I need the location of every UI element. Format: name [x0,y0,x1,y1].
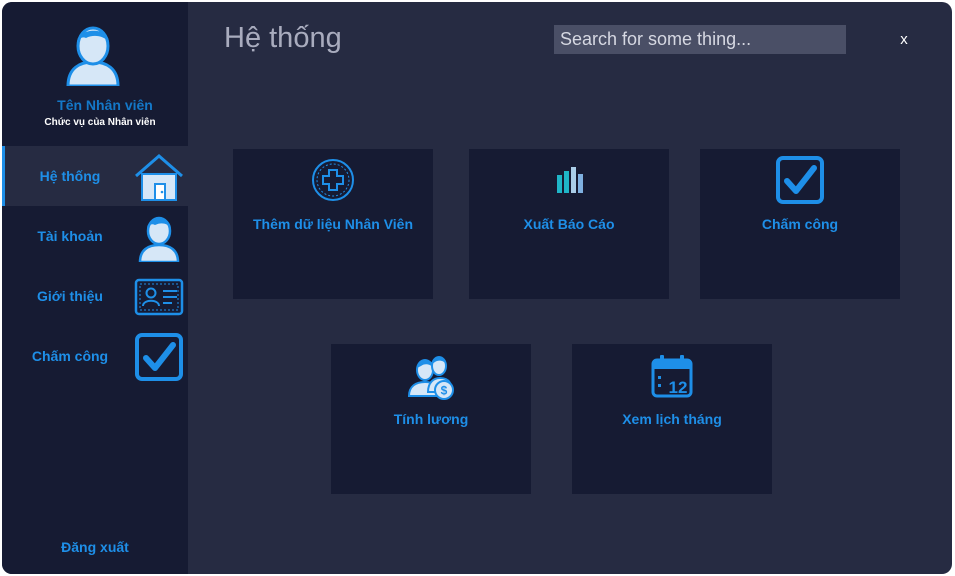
tile-add-employee[interactable]: Thêm dữ liệu Nhân Viên [233,149,433,299]
user-icon [138,216,180,262]
tile-monthly-calendar[interactable]: 12 Xem lịch tháng [572,344,772,494]
page-title: Hệ thống [224,22,342,54]
app-window: Tên Nhân viên Chức vụ của Nhân viên Hệ t… [2,2,952,574]
sidebar-item-system[interactable]: Hệ thống [2,146,188,206]
sidebar-item-about[interactable]: Giới thiệu [2,266,188,326]
avatar [66,26,120,86]
search-input[interactable] [554,25,846,54]
sidebar-item-label: Chấm công [31,348,109,364]
id-card-icon [134,278,184,316]
tile-label: Thêm dữ liệu Nhân Viên [252,216,413,232]
house-icon [135,154,183,201]
sidebar-item-label: Tài khoản [37,228,103,244]
tile-salary[interactable]: $ Tính lương [331,344,531,494]
checkbox-icon [776,156,824,204]
profile-panel: Tên Nhân viên Chức vụ của Nhân viên [2,2,188,142]
sidebar-item-label: Hệ thống [39,168,101,184]
calendar-day: 12 [669,378,688,397]
tile-label: Xem lịch tháng [622,411,722,427]
sidebar-item-account[interactable]: Tài khoản [2,206,188,266]
tile-label: Xuất Báo Cáo [523,216,615,232]
checkbox-icon [135,333,183,381]
sidebar-item-label: Giới thiệu [37,288,103,304]
sidebar-item-attendance[interactable]: Chấm công [2,326,188,386]
tile-attendance[interactable]: Chấm công [700,149,900,299]
bar-chart-icon [557,167,583,193]
tile-label: Tính lương [393,411,469,427]
employee-name: Tên Nhân viên [57,97,153,113]
salary-people-icon: $ [407,356,454,400]
close-button[interactable]: x [896,31,912,49]
tile-label: Chấm công [761,216,839,232]
employee-role: Chức vụ của Nhân viên [44,117,156,128]
tile-export-report[interactable]: Xuất Báo Cáo [469,149,669,299]
calendar-icon: 12 [651,355,693,398]
logout-button[interactable]: Đăng xuất [2,539,188,555]
add-circle-icon [312,159,354,201]
salary-symbol: $ [441,384,448,398]
sidebar: Tên Nhân viên Chức vụ của Nhân viên Hệ t… [2,2,188,574]
